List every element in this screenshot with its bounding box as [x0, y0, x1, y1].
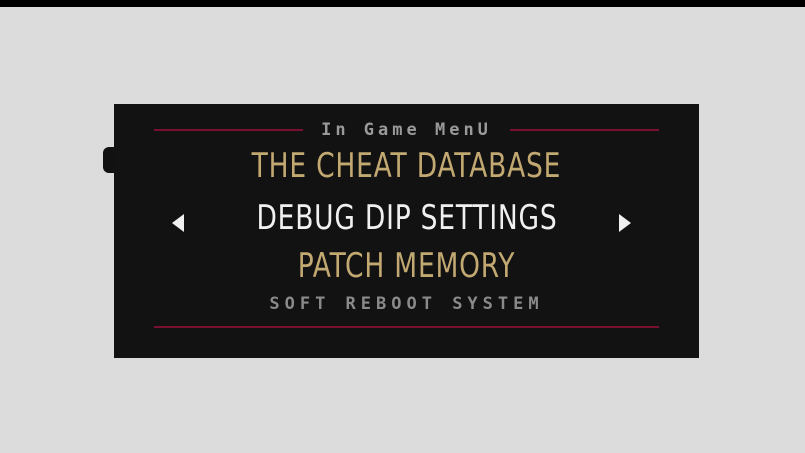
menu-item-debug-dip-settings[interactable]: DEBUG DIP SETTINGS: [114, 198, 699, 238]
header-rule-right: [509, 129, 660, 131]
menu-item-soft-reboot-system[interactable]: SOFT REBOOT SYSTEM: [114, 294, 699, 314]
in-game-menu-panel: In Game MenU THE CHEAT DATABASE DEBUG DI…: [114, 104, 699, 358]
arrow-right-icon[interactable]: [619, 214, 631, 232]
menu-item-label: PATCH MEMORY: [297, 246, 516, 286]
header-rule-left: [154, 129, 304, 131]
menu-item-label: SOFT REBOOT SYSTEM: [269, 294, 544, 314]
menu-item-cheat-database[interactable]: THE CHEAT DATABASE: [114, 146, 699, 186]
menu-title: In Game MenU: [321, 120, 492, 140]
menu-item-patch-memory[interactable]: PATCH MEMORY: [114, 246, 699, 286]
footer-rule: [154, 326, 659, 328]
arrow-left-icon[interactable]: [172, 214, 184, 232]
menu-item-label: THE CHEAT DATABASE: [251, 146, 562, 186]
menu-header: In Game MenU: [154, 118, 660, 142]
menu-item-label: DEBUG DIP SETTINGS: [255, 198, 558, 238]
top-black-bar: [0, 0, 805, 7]
